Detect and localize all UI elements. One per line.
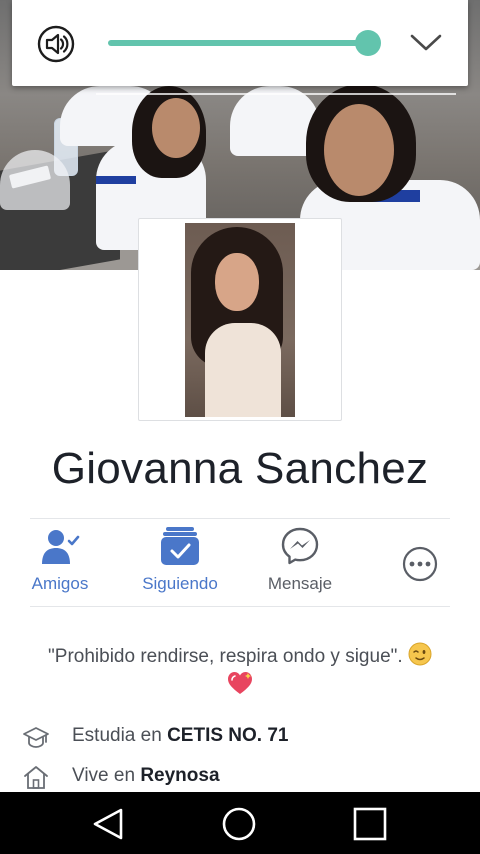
intro-location[interactable]: Vive en Reynosa [22, 762, 462, 792]
intro-education-prefix: Estudia en [72, 725, 168, 746]
intro-location-text: Vive en Reynosa [72, 765, 220, 787]
following-button[interactable]: Siguiendo [120, 526, 240, 600]
android-navigation-bar [0, 792, 480, 854]
wink-emoji [408, 642, 432, 666]
following-label: Siguiendo [142, 574, 218, 593]
profile-picture[interactable] [185, 223, 295, 417]
graduation-cap-icon [22, 724, 50, 750]
sparkling-heart-emoji [226, 670, 254, 696]
more-options-icon [400, 546, 440, 586]
message-label: Mensaje [267, 574, 333, 593]
intro-education-value[interactable]: CETIS NO. 71 [167, 725, 288, 746]
message-button[interactable]: Mensaje [240, 526, 360, 600]
profile-picture-top [205, 323, 281, 417]
friends-button[interactable]: Amigos [0, 526, 120, 600]
intro-location-value[interactable]: Reynosa [140, 765, 219, 786]
back-icon[interactable] [88, 804, 128, 844]
intro-education[interactable]: Estudia en CETIS NO. 71 [22, 722, 462, 752]
home-icon [22, 764, 50, 790]
cover-face-middle [152, 98, 200, 158]
following-check-icon [160, 526, 200, 566]
chevron-down-icon[interactable] [408, 26, 444, 58]
volume-slider-thumb[interactable] [355, 30, 381, 56]
bio: "Prohibido rendirse, respira ondo y sigu… [20, 642, 460, 670]
volume-panel [12, 0, 468, 86]
bio-text: "Prohibido rendirse, respira ondo y sigu… [48, 646, 403, 667]
divider-bottom [30, 606, 450, 607]
speaker-icon[interactable] [36, 24, 76, 64]
intro-education-text: Estudia en CETIS NO. 71 [72, 725, 289, 747]
profile-name: Giovanna Sanchez [51, 444, 429, 493]
messenger-icon [280, 526, 320, 566]
cover-face-right [324, 104, 394, 196]
friends-check-icon [40, 526, 80, 566]
divider-top [30, 518, 450, 519]
profile-picture-face [215, 253, 259, 311]
cover-overlay-line [96, 93, 456, 95]
home-circle-icon[interactable] [219, 804, 259, 844]
intro-location-prefix: Vive en [72, 765, 141, 786]
recents-square-icon[interactable] [350, 804, 390, 844]
friends-label: Amigos [31, 574, 89, 593]
more-options-button[interactable] [360, 526, 480, 600]
profile-picture-frame[interactable] [138, 218, 342, 421]
cover-uniform-stripe [96, 176, 136, 184]
volume-slider-track[interactable] [108, 40, 368, 46]
